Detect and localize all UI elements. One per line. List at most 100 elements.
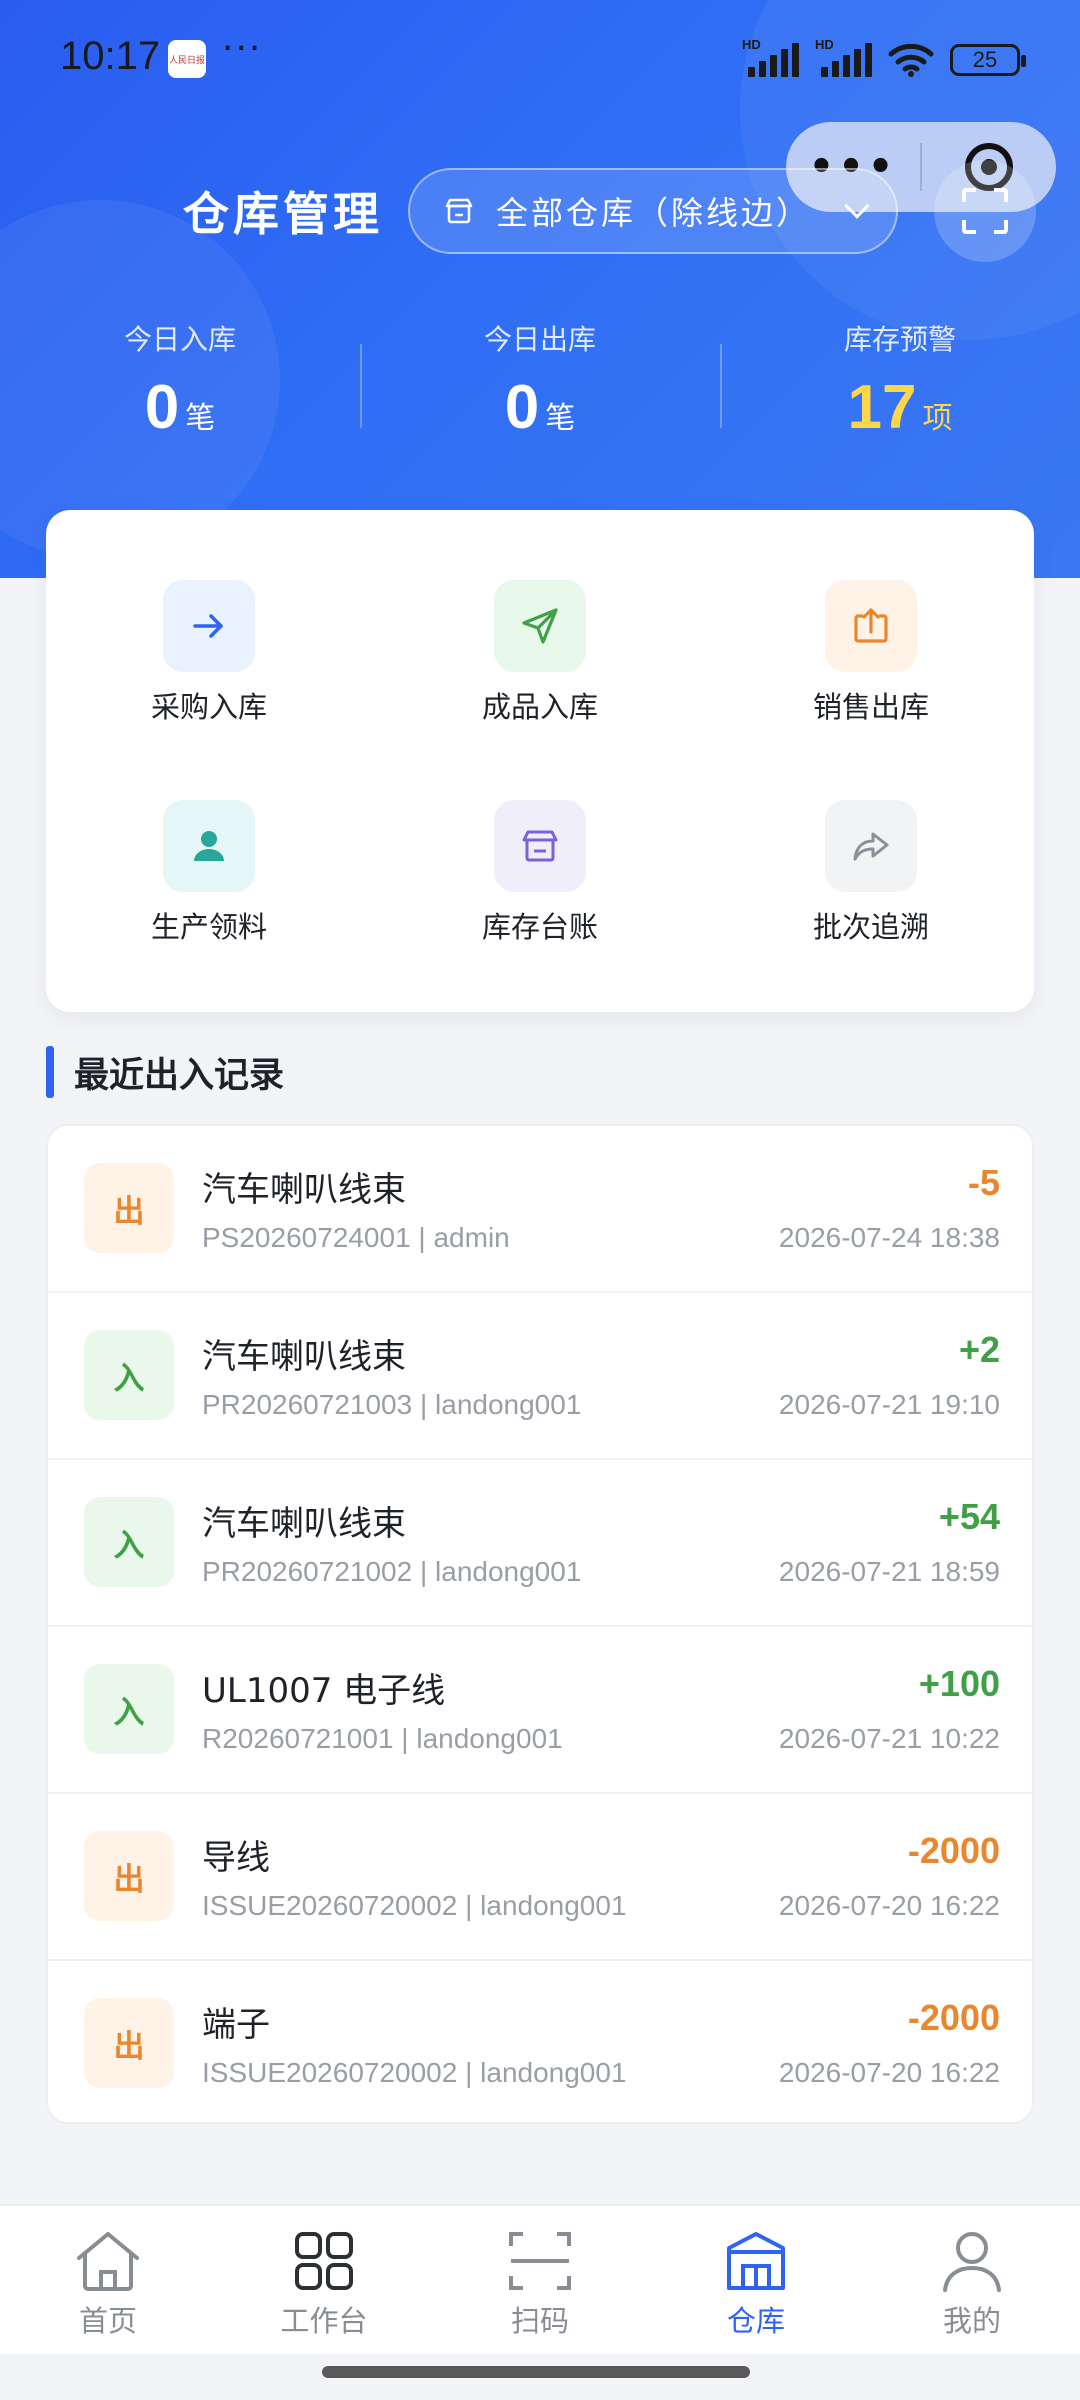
- profile-icon: [943, 2232, 1001, 2292]
- record-meta: PR20260721003 | landong001: [202, 1389, 582, 1420]
- notification-app-icon: 人民日报: [168, 40, 206, 78]
- quick-action-batch-trace[interactable]: 批次追溯: [716, 800, 1026, 946]
- scan-button[interactable]: [934, 160, 1036, 262]
- record-time: 2026-07-24 18:38: [778, 1222, 1000, 1253]
- warehouse-selector-label: 全部仓库（除线边）: [496, 194, 812, 232]
- quick-action-label: 库存台账: [481, 910, 598, 944]
- wifi-icon: [888, 43, 934, 77]
- tab-home[interactable]: 首页: [0, 2206, 216, 2354]
- quick-action-label: 批次追溯: [812, 910, 929, 944]
- record-quantity: +2: [958, 1329, 1000, 1370]
- stat-label: 今日入库: [123, 323, 236, 356]
- stat-value: 17: [847, 373, 917, 442]
- tab-scan[interactable]: 扫码: [432, 2206, 648, 2354]
- record-quantity: +54: [938, 1496, 1000, 1537]
- stats-row: 今日入库 0 笔 今日出库 0 笔 库存预警 17 项: [0, 318, 1080, 448]
- stat-unit: 笔: [545, 401, 576, 436]
- tab-label: 仓库: [726, 2304, 785, 2338]
- store-icon: [494, 800, 586, 892]
- quick-actions-card: 采购入库 成品入库 销售出库 生产领料 库存台账 批次追溯: [46, 510, 1034, 1012]
- stat-today-in[interactable]: 今日入库 0 笔: [0, 318, 360, 448]
- record-type-badge: 出: [84, 1998, 174, 2088]
- chevron-down-icon: [844, 193, 870, 219]
- warehouse-selector[interactable]: 全部仓库（除线边）: [408, 168, 898, 254]
- record-meta: R20260721001 | landong001: [202, 1723, 563, 1754]
- section-title-text: 最近出入记录: [74, 1055, 285, 1096]
- record-time: 2026-07-21 18:59: [778, 1556, 1000, 1587]
- record-time: 2026-07-21 19:10: [778, 1389, 1000, 1420]
- battery-icon: 25: [950, 44, 1026, 76]
- record-item-name: 导线: [202, 1838, 270, 1878]
- record-quantity: -2000: [907, 1830, 1000, 1871]
- list-item[interactable]: 出 导线 ISSUE20260720002 | landong001 -2000…: [48, 1794, 1032, 1961]
- stat-unit: 项: [922, 401, 953, 436]
- record-time: 2026-07-20 16:22: [778, 2057, 1000, 2088]
- status-bar: 10:17 人民日报 ··· HD HD 25: [0, 0, 1080, 120]
- record-item-name: 端子: [202, 2005, 270, 2045]
- record-type-badge: 入: [84, 1664, 174, 1754]
- tab-label: 扫码: [510, 2304, 569, 2338]
- tab-label: 我的: [942, 2304, 1001, 2338]
- tab-mine[interactable]: 我的: [864, 2206, 1080, 2354]
- upload-box-icon: [825, 580, 917, 672]
- stat-value: 0: [144, 373, 180, 442]
- list-item[interactable]: 入 汽车喇叭线束 PR20260721002 | landong001 +54 …: [48, 1460, 1032, 1627]
- share-arrow-icon: [825, 800, 917, 892]
- user-icon: [163, 800, 255, 892]
- bottom-tab-bar: 首页 工作台 扫码 仓库 我的: [0, 2204, 1080, 2354]
- tab-warehouse[interactable]: 仓库: [648, 2206, 864, 2354]
- record-meta: ISSUE20260720002 | landong001: [202, 2057, 627, 2088]
- record-quantity: -5: [967, 1162, 1000, 1203]
- hd-label: HD: [815, 37, 834, 52]
- arrow-right-icon: [163, 580, 255, 672]
- tab-workbench[interactable]: 工作台: [216, 2206, 432, 2354]
- list-item[interactable]: 出 端子 ISSUE20260720002 | landong001 -2000…: [48, 1961, 1032, 2122]
- record-item-name: 汽车喇叭线束: [202, 1504, 406, 1544]
- stat-label: 库存预警: [843, 323, 956, 356]
- tab-label: 首页: [78, 2304, 137, 2338]
- tab-label: 工作台: [280, 2304, 368, 2338]
- record-time: 2026-07-20 16:22: [778, 1890, 1000, 1921]
- quick-action-label: 生产领料: [150, 910, 267, 944]
- list-item[interactable]: 入 UL1007 电子线 R20260721001 | landong001 +…: [48, 1627, 1032, 1794]
- scan-icon: [509, 2232, 571, 2290]
- grid-icon: [295, 2232, 353, 2290]
- stat-today-out[interactable]: 今日出库 0 笔: [360, 318, 720, 448]
- record-type-badge: 出: [84, 1831, 174, 1921]
- quick-action-stock-ledger[interactable]: 库存台账: [385, 800, 695, 946]
- stat-unit: 笔: [185, 401, 216, 436]
- record-item-name: 汽车喇叭线束: [202, 1337, 406, 1377]
- status-time: 10:17: [60, 34, 161, 78]
- quick-action-product-in[interactable]: 成品入库: [385, 580, 695, 726]
- stat-stock-warning[interactable]: 库存预警 17 项: [720, 318, 1080, 448]
- scan-icon: [962, 188, 1008, 234]
- record-item-name: UL1007 电子线: [202, 1671, 446, 1711]
- record-type-badge: 入: [84, 1330, 174, 1420]
- stat-label: 今日出库: [483, 323, 596, 356]
- record-meta: ISSUE20260720002 | landong001: [202, 1890, 627, 1921]
- page-title: 仓库管理: [183, 187, 383, 241]
- store-icon: [445, 198, 473, 224]
- signal-icon: HD: [742, 37, 799, 77]
- quick-action-label: 成品入库: [481, 690, 598, 724]
- list-item[interactable]: 入 汽车喇叭线束 PR20260721003 | landong001 +2 2…: [48, 1293, 1032, 1460]
- record-time: 2026-07-21 10:22: [778, 1723, 1000, 1754]
- recent-records-list: 出 汽车喇叭线束 PS20260724001 | admin -5 2026-0…: [46, 1124, 1034, 2124]
- quick-action-production-pick[interactable]: 生产领料: [54, 800, 364, 946]
- section-title-bar: [46, 1046, 54, 1098]
- warehouse-icon: [727, 2232, 785, 2290]
- quick-action-sales-out[interactable]: 销售出库: [716, 580, 1026, 726]
- home-indicator[interactable]: [322, 2366, 750, 2378]
- record-quantity: -2000: [907, 1997, 1000, 2038]
- record-type-badge: 出: [84, 1163, 174, 1253]
- quick-action-label: 销售出库: [812, 690, 929, 724]
- send-icon: [494, 580, 586, 672]
- hd-label: HD: [742, 37, 761, 52]
- list-item[interactable]: 出 汽车喇叭线束 PS20260724001 | admin -5 2026-0…: [48, 1126, 1032, 1293]
- more-notifications-icon: ···: [222, 28, 263, 69]
- quick-action-purchase-in[interactable]: 采购入库: [54, 580, 364, 726]
- stat-value: 0: [504, 373, 540, 442]
- signal-icon: HD: [815, 37, 872, 77]
- record-meta: PR20260721002 | landong001: [202, 1556, 582, 1587]
- home-icon: [77, 2232, 139, 2291]
